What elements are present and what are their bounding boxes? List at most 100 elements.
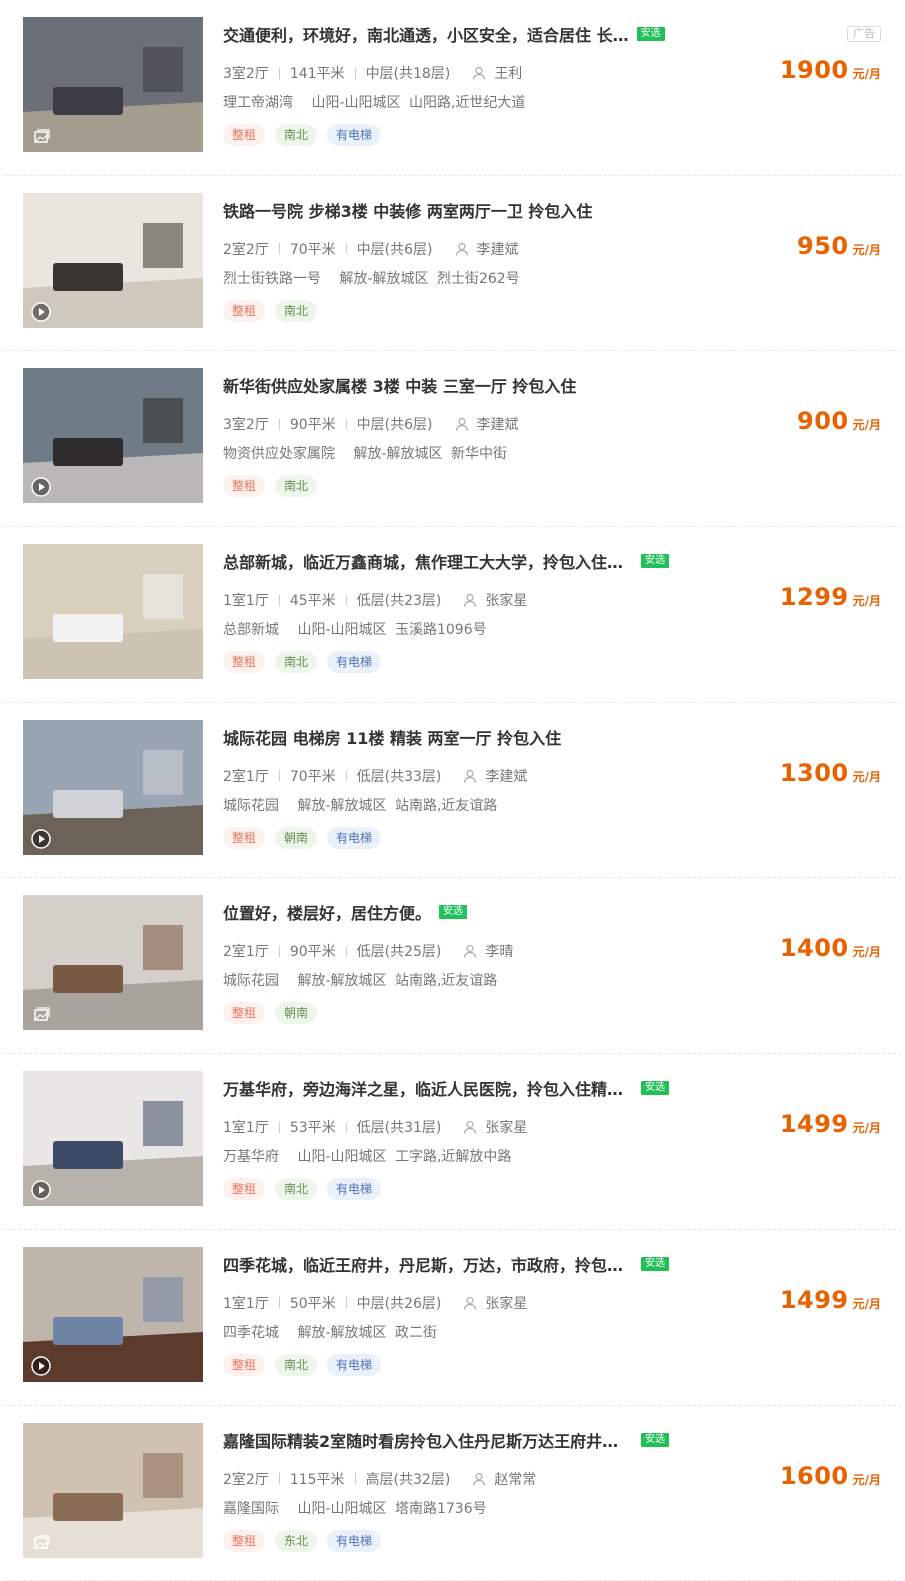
community-name[interactable]: 烈士街铁路一号	[223, 271, 321, 287]
room-floor: 中层(共18层)	[366, 63, 451, 83]
feature-tag: 南北	[275, 124, 317, 146]
community-name[interactable]: 嘉隆国际	[223, 1501, 279, 1517]
listing-photo[interactable]	[23, 544, 203, 679]
listing-photo[interactable]	[23, 1247, 203, 1382]
listing-photo[interactable]	[23, 1423, 203, 1558]
divider	[355, 1473, 356, 1484]
listing-title[interactable]: 位置好，楼层好，居住方便。	[223, 900, 431, 924]
listing-tags: 整租南北	[223, 300, 327, 322]
agent[interactable]: 李建斌	[463, 766, 527, 786]
listing-address: 理工帝湖湾 山阳-山阳城区 山阳路,近世纪大道	[223, 92, 525, 112]
street: 塔南路1736号	[395, 1501, 487, 1517]
listing-photo[interactable]	[23, 193, 203, 328]
listing-title[interactable]: 交通便利，环境好，南北通透，小区安全，适合居住 长…	[223, 22, 629, 46]
photo-icon[interactable]	[31, 1532, 51, 1552]
listing-title[interactable]: 总部新城，临近万鑫商城，焦作理工大大学，拎包入住，…	[223, 549, 633, 573]
agent-name: 李建斌	[477, 239, 519, 259]
listing-photo[interactable]	[23, 17, 203, 152]
listing-title[interactable]: 铁路一号院 步梯3楼 中装修 两室两厅一卫 拎包入住	[223, 198, 592, 222]
community-name[interactable]: 城际花园	[223, 973, 279, 989]
agent[interactable]: 李晴	[463, 941, 513, 961]
agent[interactable]: 张家星	[463, 590, 527, 610]
agent[interactable]: 张家星	[463, 1293, 527, 1313]
agent[interactable]: 张家星	[463, 1117, 527, 1137]
room-layout: 3室2厅	[223, 63, 269, 83]
listing-item[interactable]: 铁路一号院 步梯3楼 中装修 两室两厅一卫 拎包入住 2室2厅 70平米 中层(…	[4, 176, 901, 352]
listing-tags: 整租南北有电梯	[223, 1354, 391, 1376]
street: 政二街	[395, 1325, 437, 1341]
community-name[interactable]: 四季花城	[223, 1325, 279, 1341]
listing-photo[interactable]	[23, 720, 203, 855]
listing-photo[interactable]	[23, 1071, 203, 1206]
feature-tag: 朝南	[275, 827, 317, 849]
price-value: 1900	[780, 56, 849, 84]
listing-item[interactable]: 新华街供应处家属楼 3楼 中装 三室一厅 拎包入住 3室2厅 90平米 中层(共…	[4, 351, 901, 527]
community-name[interactable]: 理工帝湖湾	[223, 95, 293, 111]
listing-title[interactable]: 城际花园 电梯房 11楼 精装 两室一厅 拎包入住	[223, 725, 561, 749]
community-name[interactable]: 总部新城	[223, 622, 279, 638]
room-floor: 中层(共6层)	[357, 414, 433, 434]
photo-icon[interactable]	[31, 1004, 51, 1024]
listing-title[interactable]: 新华街供应处家属楼 3楼 中装 三室一厅 拎包入住	[223, 373, 576, 397]
listing-item[interactable]: 总部新城，临近万鑫商城，焦作理工大大学，拎包入住，… 安选 1室1厅 45平米 …	[4, 527, 901, 703]
person-icon	[472, 1472, 486, 1486]
room-area: 50平米	[290, 1293, 336, 1313]
play-icon[interactable]	[31, 1356, 51, 1376]
feature-tag: 有电梯	[327, 124, 381, 146]
room-layout: 2室2厅	[223, 239, 269, 259]
listing-photo[interactable]	[23, 368, 203, 503]
price-unit: 元/月	[853, 65, 881, 82]
photo-icon[interactable]	[31, 126, 51, 146]
play-icon[interactable]	[31, 477, 51, 497]
listing-meta: 1室1厅 50平米 中层(共26层) 张家星	[223, 1293, 527, 1313]
listing-photo[interactable]	[23, 895, 203, 1030]
listing-address: 总部新城 山阳-山阳城区 玉溪路1096号	[223, 619, 487, 639]
room-floor: 中层(共6层)	[357, 239, 433, 259]
agent[interactable]: 王利	[472, 63, 522, 83]
room-area: 90平米	[290, 941, 336, 961]
play-icon[interactable]	[31, 302, 51, 322]
listing-item[interactable]: 四季花城，临近王府井，丹尼斯，万达，市政府，拎包入… 安选 1室1厅 50平米 …	[4, 1230, 901, 1406]
divider	[279, 68, 280, 79]
listing-title[interactable]: 嘉隆国际精装2室随时看房拎包入住丹尼斯万达王府井龙…	[223, 1428, 633, 1452]
listing-item[interactable]: 城际花园 电梯房 11楼 精装 两室一厅 拎包入住 2室1厅 70平米 低层(共…	[4, 703, 901, 879]
listing-item[interactable]: 位置好，楼层好，居住方便。 安选 2室1厅 90平米 低层(共25层) 李晴 城…	[4, 878, 901, 1054]
community-name[interactable]: 万基华府	[223, 1149, 279, 1165]
room-floor: 低层(共31层)	[357, 1117, 442, 1137]
divider	[279, 1122, 280, 1133]
district: 解放-解放城区	[297, 798, 386, 814]
feature-tag: 有电梯	[327, 1178, 381, 1200]
room-area: 45平米	[290, 590, 336, 610]
feature-tag: 朝南	[275, 1002, 317, 1024]
divider	[346, 419, 347, 430]
agent[interactable]: 李建斌	[455, 239, 519, 259]
listing-price: 1600 元/月	[780, 1462, 881, 1490]
listing-item[interactable]: 交通便利，环境好，南北通透，小区安全，适合居住 长… 安选 3室2厅 141平米…	[4, 0, 901, 176]
listing-tags: 整租朝南	[223, 1002, 327, 1024]
play-icon[interactable]	[31, 829, 51, 849]
person-icon	[455, 242, 469, 256]
listing-price: 1900 元/月	[780, 56, 881, 84]
agent-name: 李建斌	[485, 766, 527, 786]
listing-item[interactable]: 嘉隆国际精装2室随时看房拎包入住丹尼斯万达王府井龙… 安选 2室2厅 115平米…	[4, 1406, 901, 1581]
listing-title[interactable]: 万基华府，旁边海洋之星，临近人民医院，拎包入住精装房	[223, 1076, 633, 1100]
district: 解放-解放城区	[339, 271, 428, 287]
divider	[279, 946, 280, 957]
room-layout: 1室1厅	[223, 1117, 269, 1137]
price-value: 1400	[780, 934, 849, 962]
community-name[interactable]: 物资供应处家属院	[223, 446, 335, 462]
community-name[interactable]: 城际花园	[223, 798, 279, 814]
agent[interactable]: 李建斌	[455, 414, 519, 434]
price-unit: 元/月	[853, 1295, 881, 1312]
room-area: 115平米	[290, 1469, 345, 1489]
play-icon[interactable]	[31, 1180, 51, 1200]
district: 山阳-山阳城区	[297, 1501, 386, 1517]
listing-item[interactable]: 万基华府，旁边海洋之星，临近人民医院，拎包入住精装房 安选 1室1厅 53平米 …	[4, 1054, 901, 1230]
feature-tag: 南北	[275, 300, 317, 322]
person-icon	[472, 66, 486, 80]
feature-tag: 整租	[223, 124, 265, 146]
listing-address: 四季花城 解放-解放城区 政二街	[223, 1322, 437, 1342]
feature-tag: 南北	[275, 1354, 317, 1376]
agent[interactable]: 赵常常	[472, 1469, 536, 1489]
listing-title[interactable]: 四季花城，临近王府井，丹尼斯，万达，市政府，拎包入…	[223, 1252, 633, 1276]
